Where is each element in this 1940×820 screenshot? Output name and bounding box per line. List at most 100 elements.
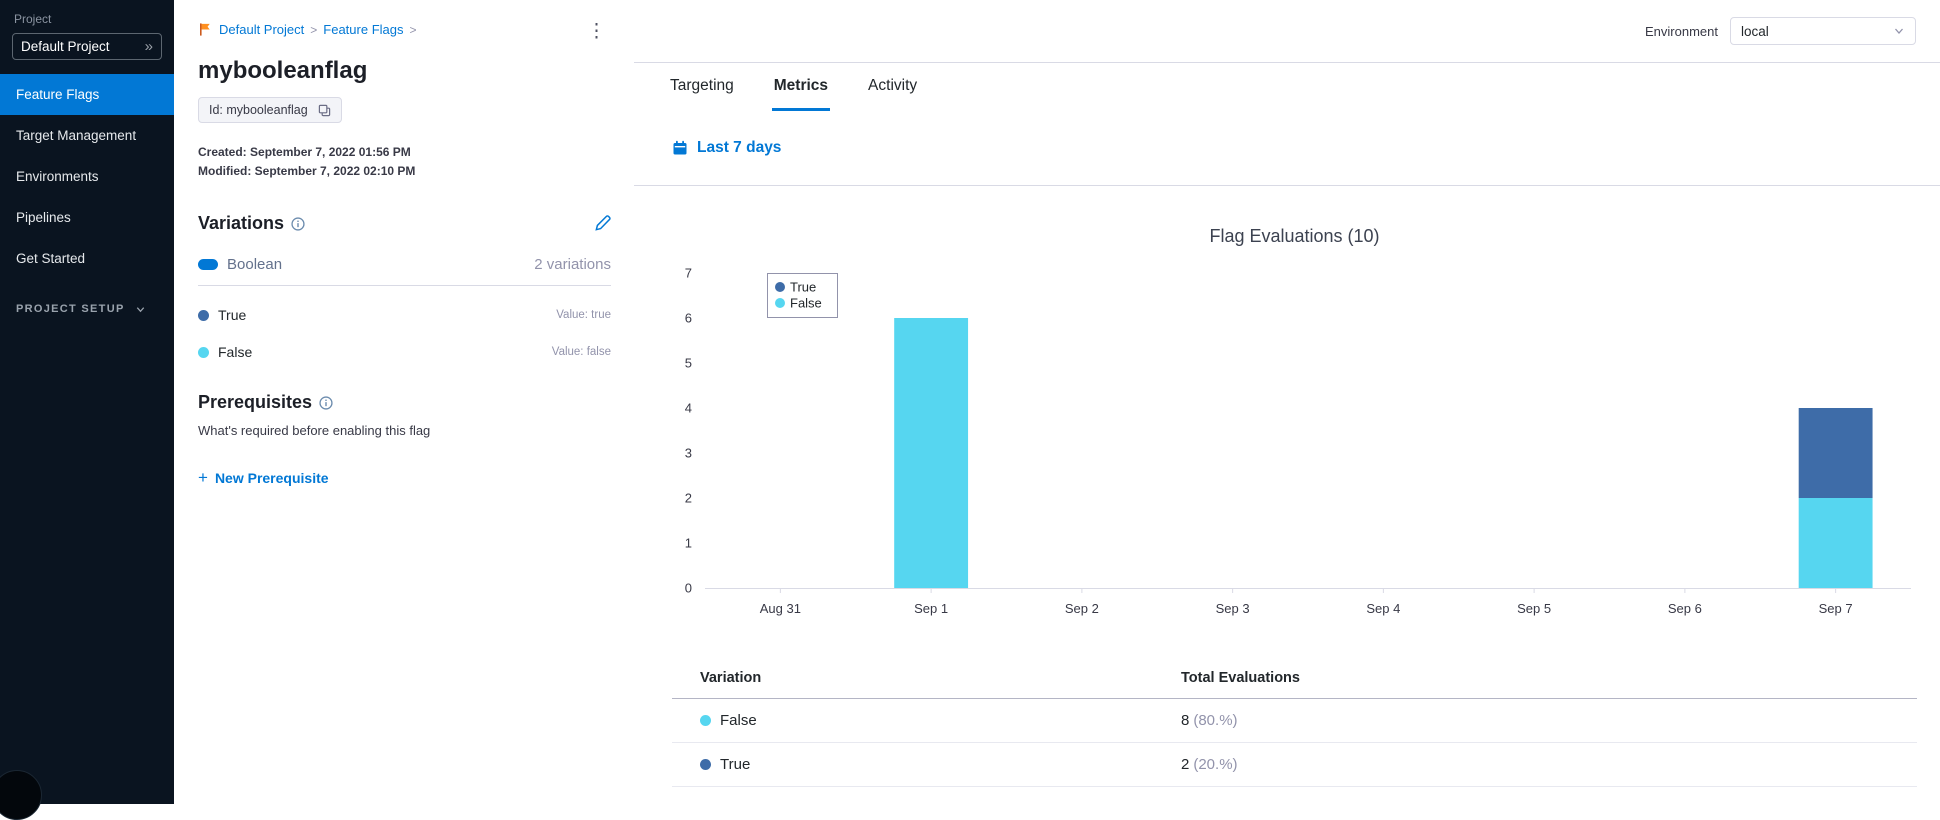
- pencil-icon: [595, 215, 611, 231]
- svg-text:6: 6: [685, 311, 692, 326]
- table-total-percent: (20.%): [1193, 756, 1238, 773]
- breadcrumb-separator: >: [310, 22, 318, 37]
- tab-metrics[interactable]: Metrics: [771, 63, 831, 111]
- chart-title: Flag Evaluations (10): [1209, 226, 1380, 246]
- breadcrumb-project-link[interactable]: Default Project: [219, 22, 304, 37]
- table-variation-name: True: [720, 756, 751, 773]
- variation-value: Value: true: [556, 309, 611, 321]
- divider: [198, 285, 611, 286]
- prerequisites-description: What's required before enabling this fla…: [198, 423, 431, 438]
- svg-text:0: 0: [685, 581, 692, 596]
- environment-bar: Environment local: [634, 0, 1940, 63]
- info-icon[interactable]: [291, 216, 305, 231]
- svg-text:Sep 4: Sep 4: [1366, 601, 1400, 616]
- column-header-total-evaluations: Total Evaluations: [1181, 669, 1300, 686]
- table-total-value: 8: [1181, 712, 1190, 729]
- column-header-variation: Variation: [700, 669, 762, 686]
- svg-text:3: 3: [685, 446, 692, 461]
- environment-select[interactable]: local: [1730, 17, 1916, 45]
- variation-type-label: Boolean: [227, 256, 283, 273]
- double-chevron-icon: »: [144, 38, 153, 55]
- evaluations-table: Variation Total Evaluations False 8 (80.%…: [672, 657, 1917, 787]
- svg-text:5: 5: [685, 356, 692, 371]
- chevron-down-icon: [1895, 28, 1903, 34]
- sidebar-item-feature-flags[interactable]: Feature Flags: [0, 74, 174, 115]
- flag-created-date: Created: September 7, 2022 01:56 PM: [198, 145, 411, 159]
- svg-text:Sep 3: Sep 3: [1216, 601, 1250, 616]
- flag-modified-date: Modified: September 7, 2022 02:10 PM: [198, 164, 416, 178]
- project-setup-toggle[interactable]: PROJECT SETUP: [0, 303, 174, 315]
- flag-evaluations-chart: Flag Evaluations (10) 0 1 2 3 4 5 6 7 Aug 31 Sep …: [672, 226, 1917, 629]
- bar-chart[interactable]: 0 1 2 3 4 5 6 7 Aug 31 Sep 1 Sep 2 Sep 3 Sep 4 Sep 5 S…: [672, 257, 1917, 629]
- sidebar-item-environments[interactable]: Environments: [0, 156, 174, 197]
- table-total-value: 2: [1181, 756, 1190, 773]
- variation-color-dot: [700, 715, 711, 726]
- app-root: Project Default Project » Feature Flags …: [0, 0, 1940, 820]
- svg-text:2: 2: [685, 491, 692, 506]
- svg-text:True: True: [790, 280, 816, 295]
- tab-activity[interactable]: Activity: [866, 63, 919, 111]
- table-row-false[interactable]: False 8 (80.%): [672, 699, 1917, 743]
- project-setup-label: PROJECT SETUP: [16, 303, 125, 315]
- sidebar: Project Default Project » Feature Flags …: [0, 0, 174, 820]
- svg-text:Sep 7: Sep 7: [1819, 601, 1853, 616]
- calendar-icon: [673, 140, 687, 155]
- variation-color-dot: [700, 759, 711, 770]
- svg-text:4: 4: [685, 401, 692, 416]
- svg-text:Sep 5: Sep 5: [1517, 601, 1551, 616]
- tab-bar: Targeting Metrics Activity: [634, 63, 1940, 111]
- environment-select-value: local: [1741, 23, 1769, 39]
- flag-detail-panel: Default Project > Feature Flags > ⋮ mybo…: [174, 0, 634, 804]
- breadcrumb-separator: >: [409, 22, 417, 37]
- edit-variations-button[interactable]: [594, 215, 611, 232]
- variations-heading: Variations: [198, 213, 285, 233]
- flag-title: mybooleanflag: [198, 57, 368, 84]
- variation-value: Value: false: [551, 346, 611, 358]
- table-total-percent: (80.%): [1193, 712, 1238, 729]
- variation-color-dot: [198, 309, 209, 321]
- table-variation-name: False: [720, 712, 757, 729]
- chevron-down-icon: [136, 306, 144, 312]
- variation-name: True: [218, 307, 247, 323]
- new-prerequisite-button[interactable]: + New Prerequisite: [198, 468, 329, 488]
- flag-id-text: Id: mybooleanflag: [209, 103, 308, 117]
- flag-module-icon: [200, 23, 210, 36]
- variation-type-row: Boolean 2 variations: [198, 256, 611, 273]
- breadcrumb-feature-flags-link[interactable]: Feature Flags: [323, 22, 403, 37]
- variation-color-dot: [198, 346, 209, 358]
- project-selector-value: Default Project: [21, 39, 110, 54]
- flag-options-menu-button[interactable]: ⋮: [582, 22, 611, 41]
- svg-text:False: False: [790, 296, 822, 311]
- breadcrumb: Default Project > Feature Flags > ⋮: [198, 22, 611, 41]
- svg-text:Sep 2: Sep 2: [1065, 601, 1099, 616]
- svg-text:1: 1: [685, 536, 692, 551]
- prerequisites-heading: Prerequisites: [198, 392, 313, 412]
- plus-icon: +: [198, 468, 208, 487]
- metrics-main: Environment local Targeting Metrics Acti…: [634, 0, 1940, 804]
- variation-count: 2 variations: [534, 256, 611, 273]
- variation-row-true: True Value: true: [198, 307, 611, 323]
- info-icon[interactable]: [319, 395, 333, 410]
- svg-text:Sep 6: Sep 6: [1668, 601, 1702, 616]
- svg-text:Aug 31: Aug 31: [760, 601, 801, 616]
- table-header-row: Variation Total Evaluations: [672, 657, 1917, 699]
- tab-targeting[interactable]: Targeting: [668, 63, 736, 111]
- sidebar-nav: Feature Flags Target Management Environm…: [0, 74, 174, 279]
- new-prerequisite-label: New Prerequisite: [214, 470, 329, 486]
- sidebar-item-pipelines[interactable]: Pipelines: [0, 197, 174, 238]
- variation-name: False: [218, 344, 253, 360]
- project-selector[interactable]: Default Project »: [12, 33, 162, 60]
- copy-icon[interactable]: [318, 104, 331, 117]
- sidebar-item-get-started[interactable]: Get Started: [0, 238, 174, 279]
- harness-logo[interactable]: [0, 770, 42, 820]
- svg-text:7: 7: [685, 266, 692, 281]
- table-row-true[interactable]: True 2 (20.%): [672, 743, 1917, 787]
- flag-id-chip: Id: mybooleanflag: [198, 97, 342, 123]
- date-range-filter[interactable]: Last 7 days: [634, 111, 1940, 186]
- project-label: Project: [14, 12, 52, 26]
- boolean-type-icon: [198, 259, 218, 270]
- environment-label: Environment: [1645, 23, 1718, 39]
- date-range-label: Last 7 days: [697, 139, 782, 156]
- sidebar-item-target-management[interactable]: Target Management: [0, 115, 174, 156]
- svg-text:Sep 1: Sep 1: [914, 601, 948, 616]
